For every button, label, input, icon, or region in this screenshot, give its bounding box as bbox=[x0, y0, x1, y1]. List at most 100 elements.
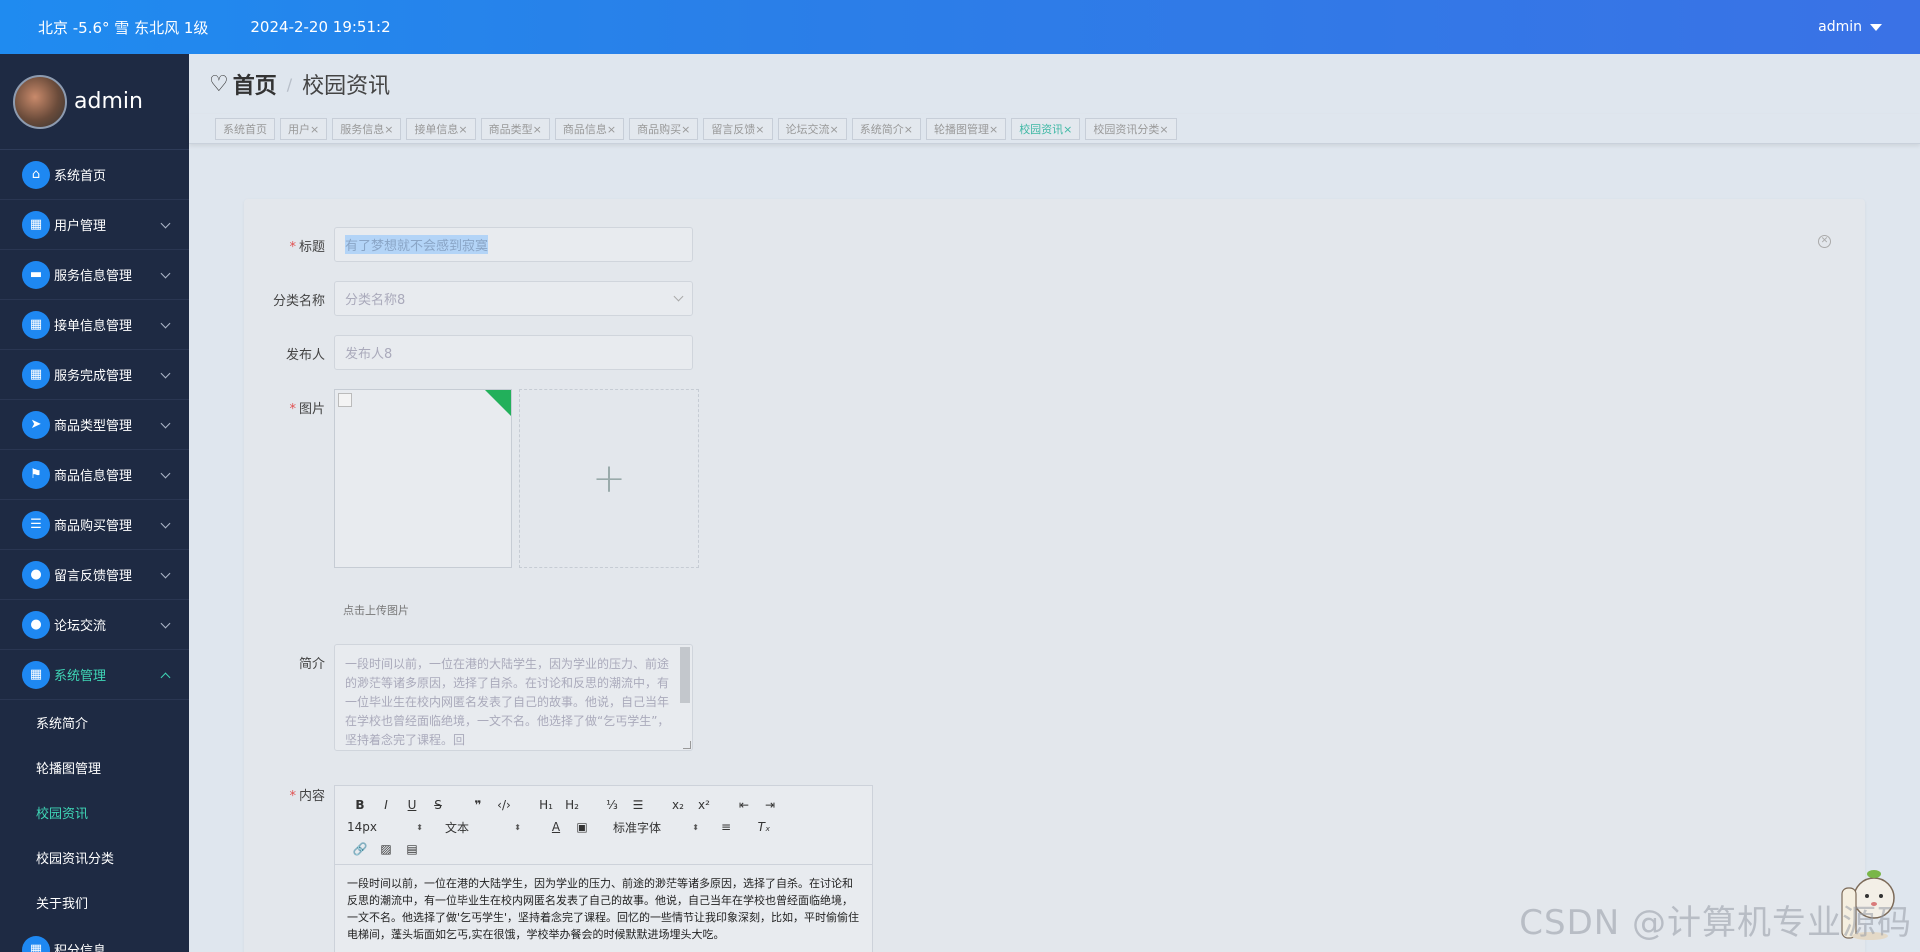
watermark-text: CSDN @计算机专业源码 bbox=[1519, 903, 1912, 943]
sidebar-username: admin bbox=[74, 89, 143, 114]
clear-format-icon[interactable]: Tₓ bbox=[751, 820, 777, 834]
upload-button[interactable]: + bbox=[519, 389, 699, 568]
heading-select[interactable]: 文本 ⬍ bbox=[445, 819, 521, 836]
current-time: 2024-2-20 19:51:2 bbox=[250, 18, 391, 36]
sidebar-item-6[interactable]: ⚑ 商品信息管理 bbox=[0, 450, 189, 500]
image-row: * 图片 + bbox=[244, 389, 699, 568]
rich-text-editor: B I U S ❞ ‹/› H₁ H₂ ⅓ ☰ x₂ x² ⇤ ⇥ 14px⬍ bbox=[334, 785, 873, 952]
title-value: 有了梦想就不会感到寂寞 bbox=[345, 235, 489, 254]
sidebar-item-10[interactable]: ▦ 系统管理 bbox=[0, 650, 189, 700]
superscript-button[interactable]: x² bbox=[691, 798, 717, 812]
image-label: * 图片 bbox=[289, 402, 325, 417]
tag-4[interactable]: 商品类型× bbox=[480, 117, 550, 140]
background-color-icon[interactable]: ▣ bbox=[569, 820, 595, 834]
quote-icon[interactable]: ❞ bbox=[465, 798, 491, 812]
indent-icon[interactable]: ⇥ bbox=[757, 798, 783, 812]
category-label: 分类名称 bbox=[272, 294, 325, 309]
upload-hint: 点击上传图片 bbox=[343, 604, 409, 617]
italic-button[interactable]: I bbox=[373, 798, 399, 812]
send-icon: ➤ bbox=[22, 410, 50, 439]
chevron-down-icon bbox=[160, 418, 171, 429]
editor-content[interactable]: 一段时间以前，一位在港的大陆学生，因为学业的压力、前途的渺茫等诸多原因，选择了自… bbox=[335, 865, 872, 952]
user-icon: ● bbox=[22, 560, 50, 589]
sidebar-item-9[interactable]: ● 论坛交流 bbox=[0, 600, 189, 650]
breadcrumb-home[interactable]: ♡ 首页 bbox=[209, 68, 277, 100]
bullet-list-icon[interactable]: ☰ bbox=[625, 798, 651, 812]
sidebar: admin ⌂ 系统首页 ▦ 用户管理 ▬ 服务信息管理 ▦ 接单信息管理 ▦ 服务完成管理 ➤ 商品… bbox=[0, 54, 189, 952]
top-bar: 北京 -5.6° 雪 东北风 1级 2024-2-20 19:51:2 admi… bbox=[0, 0, 1920, 54]
broken-image-icon bbox=[338, 393, 352, 407]
user-menu[interactable]: admin bbox=[1818, 19, 1882, 35]
sidebar-item-label: 系统管理 bbox=[54, 669, 107, 684]
h1-button[interactable]: H₁ bbox=[533, 798, 559, 812]
tag-1[interactable]: 用户× bbox=[280, 117, 328, 140]
tag-9[interactable]: 系统简介× bbox=[851, 117, 921, 140]
avatar bbox=[13, 74, 67, 129]
submenu-item-0[interactable]: 系统简介 bbox=[0, 700, 189, 745]
video-icon[interactable]: ▤ bbox=[399, 842, 425, 856]
close-icon[interactable]: ✕ bbox=[1818, 235, 1831, 248]
submenu-item-2[interactable]: 校园资讯 bbox=[0, 790, 189, 835]
title-input[interactable]: 有了梦想就不会感到寂寞 bbox=[334, 227, 693, 262]
outdent-icon[interactable]: ⇤ bbox=[731, 798, 757, 812]
tag-10[interactable]: 轮播图管理× bbox=[925, 117, 1007, 140]
submenu-item-1[interactable]: 轮播图管理 bbox=[0, 745, 189, 790]
category-select[interactable]: 分类名称8 bbox=[334, 281, 693, 316]
ordered-list-icon[interactable]: ⅓ bbox=[599, 798, 625, 812]
publisher-value: 发布人8 bbox=[345, 347, 393, 362]
tag-2[interactable]: 服务信息× bbox=[332, 117, 402, 140]
caret-down-icon bbox=[1870, 23, 1882, 31]
h2-button[interactable]: H₂ bbox=[559, 798, 585, 812]
sidebar-item-label: 积分信息 bbox=[54, 944, 107, 952]
monitor-icon: ▬ bbox=[22, 260, 50, 289]
tag-6[interactable]: 商品购买× bbox=[629, 117, 699, 140]
breadcrumb: ♡ 首页 / 校园资讯 bbox=[189, 54, 1920, 114]
grid-icon: ▦ bbox=[22, 310, 50, 339]
location-icon: ● bbox=[22, 610, 50, 639]
bold-button[interactable]: B bbox=[347, 798, 373, 812]
sidebar-item-4[interactable]: ▦ 服务完成管理 bbox=[0, 350, 189, 400]
sidebar-item-3[interactable]: ▦ 接单信息管理 bbox=[0, 300, 189, 350]
sidebar-item-label: 服务信息管理 bbox=[54, 269, 133, 284]
sidebar-profile: admin bbox=[0, 54, 189, 150]
grid-icon: ▦ bbox=[22, 210, 50, 239]
sidebar-item-5[interactable]: ➤ 商品类型管理 bbox=[0, 400, 189, 450]
plus-icon: + bbox=[592, 455, 626, 502]
font-family-select[interactable]: 标准字体 ⬍ bbox=[613, 819, 699, 836]
code-icon[interactable]: ‹/› bbox=[491, 798, 517, 812]
scrollbar-thumb[interactable] bbox=[680, 647, 690, 703]
tag-8[interactable]: 论坛交流× bbox=[777, 117, 847, 140]
sidebar-item-0[interactable]: ⌂ 系统首页 bbox=[0, 150, 189, 200]
submenu-item-3[interactable]: 校园资讯分类 bbox=[0, 835, 189, 880]
font-size-select[interactable]: 14px ⬍ bbox=[347, 820, 423, 834]
align-icon[interactable]: ≡ bbox=[713, 820, 739, 834]
intro-textarea[interactable]: 一段时间以前，一位在港的大陆学生，因为学业的压力、前途的渺茫等诸多原因，选择了自… bbox=[334, 644, 693, 751]
subscript-button[interactable]: x₂ bbox=[665, 798, 691, 812]
tag-11[interactable]: 校园资讯× bbox=[1011, 117, 1081, 140]
font-color-icon[interactable]: A bbox=[543, 820, 569, 834]
upload-hint-row: 点击上传图片 bbox=[343, 602, 409, 618]
link-icon[interactable]: 🔗 bbox=[347, 842, 373, 856]
breadcrumb-separator: / bbox=[286, 74, 293, 94]
tag-3[interactable]: 接单信息× bbox=[406, 117, 476, 140]
sidebar-item-label: 留言反馈管理 bbox=[54, 569, 133, 584]
sidebar-item-1[interactable]: ▦ 用户管理 bbox=[0, 200, 189, 250]
resize-handle[interactable] bbox=[683, 741, 691, 749]
tag-5[interactable]: 商品信息× bbox=[554, 117, 625, 140]
tag-0[interactable]: 系统首页 bbox=[215, 117, 275, 140]
image-icon[interactable]: ▨ bbox=[373, 842, 399, 856]
sidebar-item-8[interactable]: ● 留言反馈管理 bbox=[0, 550, 189, 600]
sidebar-item-label: 商品信息管理 bbox=[54, 469, 133, 484]
sidebar-item-points[interactable]: ▦ 积分信息 bbox=[0, 925, 189, 952]
publisher-input[interactable]: 发布人8 bbox=[334, 335, 693, 370]
tag-12[interactable]: 校园资讯分类× bbox=[1085, 117, 1177, 140]
strike-button[interactable]: S bbox=[425, 798, 451, 812]
sidebar-item-2[interactable]: ▬ 服务信息管理 bbox=[0, 250, 189, 300]
tag-7[interactable]: 留言反馈× bbox=[703, 117, 773, 140]
submenu-item-4[interactable]: 关于我们 bbox=[0, 880, 189, 925]
image-preview[interactable] bbox=[334, 389, 512, 568]
weather-info: 北京 -5.6° 雪 东北风 1级 bbox=[38, 18, 209, 37]
sidebar-item-7[interactable]: ☰ 商品购买管理 bbox=[0, 500, 189, 550]
user-name: admin bbox=[1818, 19, 1862, 35]
underline-button[interactable]: U bbox=[399, 798, 425, 812]
